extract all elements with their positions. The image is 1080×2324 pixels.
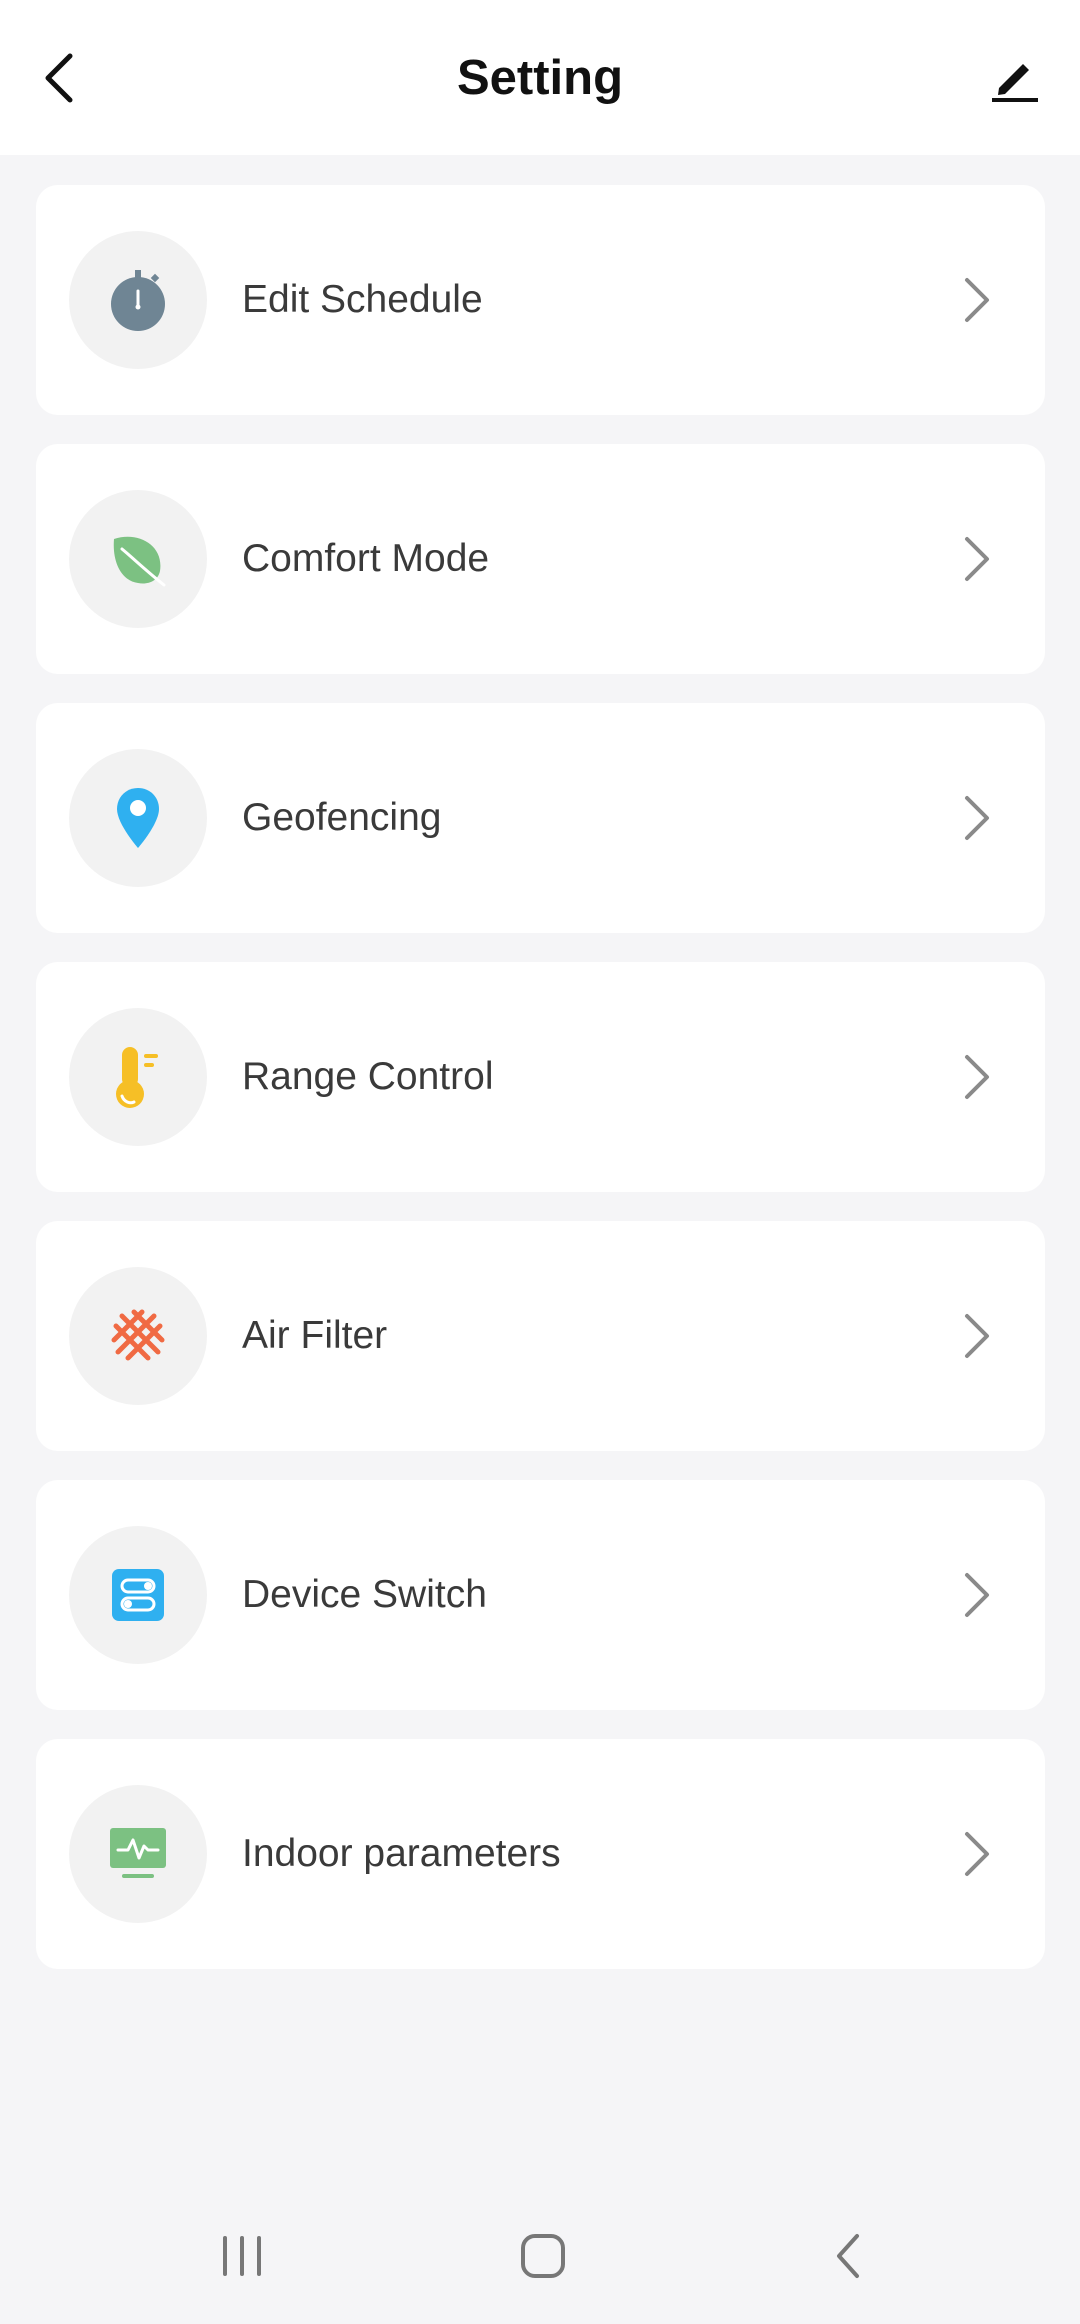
- icon-badge: [69, 1267, 207, 1405]
- chevron-right-icon: [957, 788, 997, 848]
- icon-badge: [69, 749, 207, 887]
- toggle-switch-icon: [112, 1569, 164, 1621]
- chevron-right-icon: [957, 1047, 997, 1107]
- system-navigation-bar: [0, 2186, 1080, 2324]
- pencil-icon: [992, 64, 1038, 102]
- stopwatch-icon: [111, 270, 165, 331]
- recents-button[interactable]: [192, 2216, 292, 2296]
- icon-badge: [69, 1008, 207, 1146]
- icon-badge: [69, 231, 207, 369]
- row-label: Device Switch: [242, 1573, 487, 1616]
- chevron-right-icon: [957, 1306, 997, 1366]
- settings-row-geofencing[interactable]: Geofencing: [36, 703, 1045, 933]
- settings-list: Edit Schedule Comfort Mode Geofencing Ra…: [36, 185, 1045, 1998]
- location-pin-icon: [117, 788, 159, 848]
- row-label: Comfort Mode: [242, 537, 490, 580]
- icon-badge: [69, 1526, 207, 1664]
- settings-row-range-control[interactable]: Range Control: [36, 962, 1045, 1192]
- settings-row-edit-schedule[interactable]: Edit Schedule: [36, 185, 1045, 415]
- home-button[interactable]: [493, 2216, 593, 2296]
- row-label: Air Filter: [242, 1314, 388, 1357]
- settings-row-comfort-mode[interactable]: Comfort Mode: [36, 444, 1045, 674]
- chevron-right-icon: [957, 1565, 997, 1625]
- chevron-right-icon: [957, 270, 997, 330]
- back-button[interactable]: [20, 30, 100, 126]
- row-label: Range Control: [242, 1055, 494, 1098]
- monitor-pulse-icon: [110, 1828, 166, 1878]
- leaf-icon: [113, 536, 166, 587]
- page-title: Setting: [456, 51, 624, 105]
- chevron-left-icon: [45, 53, 73, 103]
- home-icon: [521, 2234, 565, 2278]
- settings-row-indoor-parameters[interactable]: Indoor parameters: [36, 1739, 1045, 1969]
- row-label: Edit Schedule: [242, 278, 483, 321]
- settings-row-device-switch[interactable]: Device Switch: [36, 1480, 1045, 1710]
- row-label: Geofencing: [242, 796, 442, 839]
- filter-mesh-icon: [111, 1309, 165, 1361]
- chevron-right-icon: [957, 1824, 997, 1884]
- icon-badge: [69, 490, 207, 628]
- edit-button[interactable]: [970, 30, 1060, 126]
- settings-row-air-filter[interactable]: Air Filter: [36, 1221, 1045, 1451]
- recents-icon: [223, 2236, 261, 2276]
- settings-screen: Setting Edit Schedule Comfort Mode Geofe…: [0, 0, 1080, 2324]
- icon-badge: [69, 1785, 207, 1923]
- thermometer-icon: [116, 1047, 158, 1108]
- top-app-bar: Setting: [0, 0, 1080, 155]
- chevron-right-icon: [957, 529, 997, 589]
- row-label: Indoor parameters: [242, 1832, 561, 1875]
- system-back-button[interactable]: [798, 2216, 898, 2296]
- back-icon: [837, 2234, 859, 2278]
